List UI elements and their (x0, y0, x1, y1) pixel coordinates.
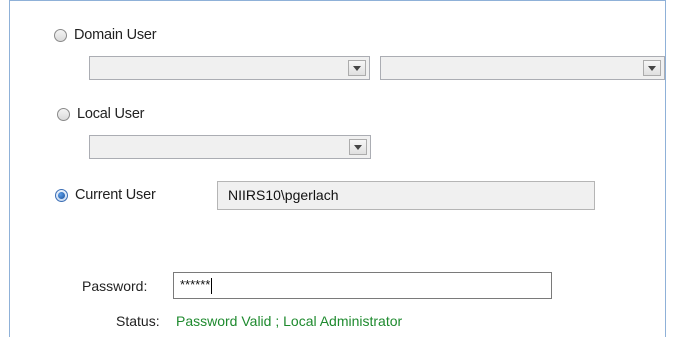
current-user-option[interactable]: Current User (55, 185, 156, 205)
text-caret (211, 277, 213, 294)
login-options-panel: Domain User Local User Current User NIIR… (9, 0, 666, 337)
current-user-field: NIIRS10\pgerlach (217, 181, 595, 210)
domain-user-radio[interactable] (54, 28, 67, 42)
chevron-down-icon (648, 65, 656, 71)
local-user-dropdown-button[interactable] (349, 139, 367, 155)
current-user-radio[interactable] (55, 188, 68, 202)
password-field[interactable]: ****** (173, 272, 552, 299)
domain-dropdown-button[interactable] (348, 60, 366, 76)
chevron-down-icon (353, 65, 361, 71)
status-message: Password Valid ; Local Administrator (176, 313, 403, 329)
chevron-down-icon (354, 144, 362, 150)
local-user-select[interactable] (89, 135, 371, 159)
local-user-label: Local User (77, 106, 145, 122)
domain-user-option[interactable]: Domain User (54, 25, 157, 45)
local-user-radio[interactable] (57, 107, 70, 121)
domain-select[interactable] (89, 56, 370, 80)
local-user-option[interactable]: Local User (57, 104, 145, 124)
status-label: Status: (116, 313, 160, 329)
domain-user-label: Domain User (74, 27, 157, 43)
password-label: Password: (82, 278, 148, 294)
domain-user-dropdown-button[interactable] (643, 60, 661, 76)
password-value: ****** (180, 277, 211, 292)
current-user-label: Current User (75, 187, 156, 203)
domain-user-select[interactable] (380, 56, 665, 80)
